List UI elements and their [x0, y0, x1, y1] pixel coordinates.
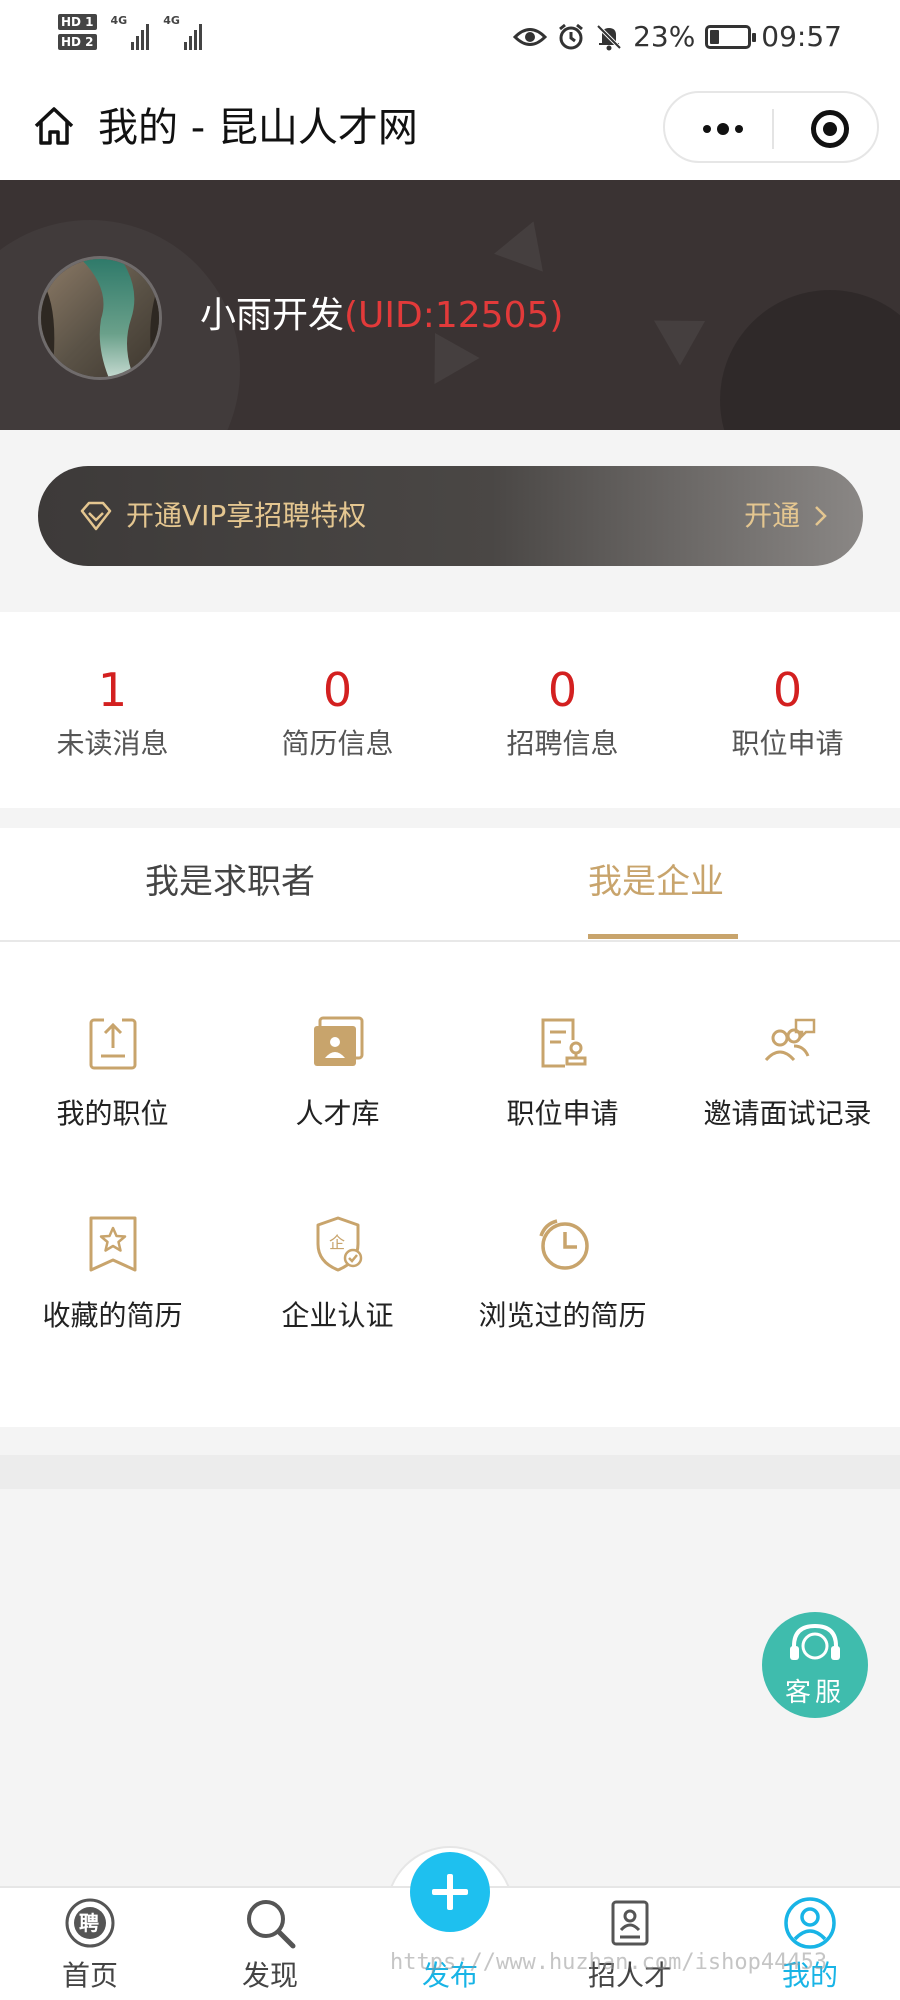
diamond-icon [80, 501, 112, 531]
headset-icon [790, 1623, 840, 1660]
menu-label: 企业认证 [281, 1299, 394, 1332]
menu-label: 邀请面试记录 [703, 1097, 872, 1130]
profile-header: 小雨开发(UID:12505) [0, 180, 900, 430]
role-tabs: 我是求职者 我是企业 [0, 828, 900, 942]
vip-open-button[interactable]: 开通 [744, 496, 829, 536]
tab-jobseeker[interactable]: 我是求职者 [145, 858, 315, 906]
stat-value: 0 [772, 663, 803, 717]
clock: 09:57 [761, 20, 842, 53]
publish-plus-icon[interactable] [410, 1852, 490, 1932]
tab-mine[interactable]: 我的 [720, 1888, 900, 2000]
menu-company-verification[interactable]: 企 企业认证 [225, 1214, 450, 1336]
menu-label: 收藏的简历 [42, 1299, 183, 1332]
menu-label: 我的职位 [56, 1097, 169, 1130]
svg-text:企: 企 [329, 1233, 345, 1252]
stat-recruit-info[interactable]: 0 招聘信息 [450, 662, 675, 764]
menu-talent-pool[interactable]: 人才库 [225, 1012, 450, 1134]
menu-saved-resumes[interactable]: 收藏的简历 [0, 1214, 225, 1336]
target-icon[interactable] [811, 110, 849, 148]
section-divider [0, 1455, 900, 1489]
upload-doc-icon [89, 1016, 136, 1070]
stat-resume-info[interactable]: 0 简历信息 [225, 662, 450, 764]
stat-label: 职位申请 [731, 727, 844, 760]
company-shield-icon: 企 [316, 1216, 362, 1272]
battery-percent: 23% [633, 20, 696, 53]
page-title: 我的 - 昆山人才网 [98, 105, 418, 151]
home-icon[interactable] [30, 102, 78, 150]
stat-label: 招聘信息 [506, 727, 619, 760]
menu-label: 人才库 [295, 1097, 380, 1130]
stats-row: 1 未读消息 0 简历信息 0 招聘信息 0 职位申请 [0, 612, 900, 808]
avatar[interactable] [38, 256, 162, 380]
nav-bar: 我的 - 昆山人才网 [0, 78, 900, 180]
star-bookmark-icon [89, 1216, 136, 1272]
vip-promo-text: 开通VIP享招聘特权 [126, 499, 367, 532]
tab-label: 发现 [241, 1959, 298, 1992]
resume-icon [611, 1900, 649, 1946]
user-nickname: 小雨开发 [200, 295, 345, 336]
mini-program-capsule [663, 91, 879, 163]
watermark-text: https://www.huzhan.com/ishop44453 [390, 1950, 828, 1975]
more-dots-icon[interactable] [695, 115, 751, 143]
vip-section: 开通VIP享招聘特权 开通 [0, 430, 900, 612]
tab-label: 首页 [61, 1959, 118, 1992]
eye-icon [513, 27, 548, 46]
active-tab-indicator [588, 934, 738, 939]
stat-value: 0 [322, 663, 353, 717]
interview-people-icon [764, 1018, 815, 1062]
vip-banner[interactable]: 开通VIP享招聘特权 开通 [38, 466, 863, 566]
stat-value: 0 [547, 663, 578, 717]
battery-icon [705, 24, 757, 49]
decoration-triangle [653, 298, 719, 366]
customer-service-button[interactable]: 客服 [762, 1612, 868, 1718]
menu-my-jobs[interactable]: 我的职位 [0, 1012, 225, 1134]
menu-label: 浏览过的简历 [478, 1299, 647, 1332]
status-bar-left: HD 1 HD 2 4G 4G [58, 14, 202, 50]
stat-value: 1 [97, 663, 128, 717]
vip-open-label: 开通 [744, 499, 801, 532]
stat-label: 未读消息 [56, 727, 169, 760]
decoration-circle [720, 290, 900, 430]
sim-indicators: HD 1 HD 2 [58, 14, 97, 50]
history-clock-icon [538, 1219, 589, 1270]
tab-discover[interactable]: 发现 [180, 1888, 360, 2000]
alarm-icon [559, 23, 583, 49]
tab-recruit[interactable]: 招人才 [540, 1888, 720, 2000]
stat-job-applications[interactable]: 0 职位申请 [675, 662, 900, 764]
signal-2-icon: 4G [163, 14, 202, 50]
menu-viewed-resumes[interactable]: 浏览过的简历 [450, 1214, 675, 1336]
search-icon [247, 1900, 296, 1949]
signal-1-icon: 4G [111, 14, 150, 50]
tab-company[interactable]: 我是企业 [588, 858, 724, 906]
menu-label: 职位申请 [506, 1097, 619, 1130]
home-hire-icon: 聘 [65, 1898, 115, 1948]
bell-muted-icon [596, 24, 622, 50]
menu-job-applications[interactable]: 职位申请 [450, 1012, 675, 1134]
stat-unread-messages[interactable]: 1 未读消息 [0, 662, 225, 764]
sim2-badge: HD 2 [58, 34, 97, 50]
menu-interview-records[interactable]: 邀请面试记录 [675, 1012, 900, 1134]
capsule-divider [772, 109, 774, 149]
user-icon [784, 1897, 836, 1949]
application-stamp-icon [541, 1018, 586, 1068]
status-bar-right: 23% 09:57 [513, 20, 842, 53]
talent-card-icon [313, 1016, 363, 1066]
stat-label: 简历信息 [281, 727, 394, 760]
decoration-triangle [494, 212, 558, 272]
chevron-right-icon [815, 506, 827, 526]
profile-name: 小雨开发(UID:12505) [200, 294, 563, 338]
tab-home[interactable]: 聘 首页 [0, 1888, 180, 2000]
svg-text:聘: 聘 [79, 1911, 99, 1935]
user-uid: (UID:12505) [344, 295, 564, 336]
customer-service-label: 客服 [784, 1678, 845, 1708]
company-menu-grid: 我的职位 人才库 职位申请 邀请面试记录 收藏的简历 企 企业认证 浏览过的简历 [0, 942, 900, 1427]
status-bar: HD 1 HD 2 4G 4G 23% 09:57 [0, 0, 900, 78]
sim1-badge: HD 1 [58, 14, 97, 30]
